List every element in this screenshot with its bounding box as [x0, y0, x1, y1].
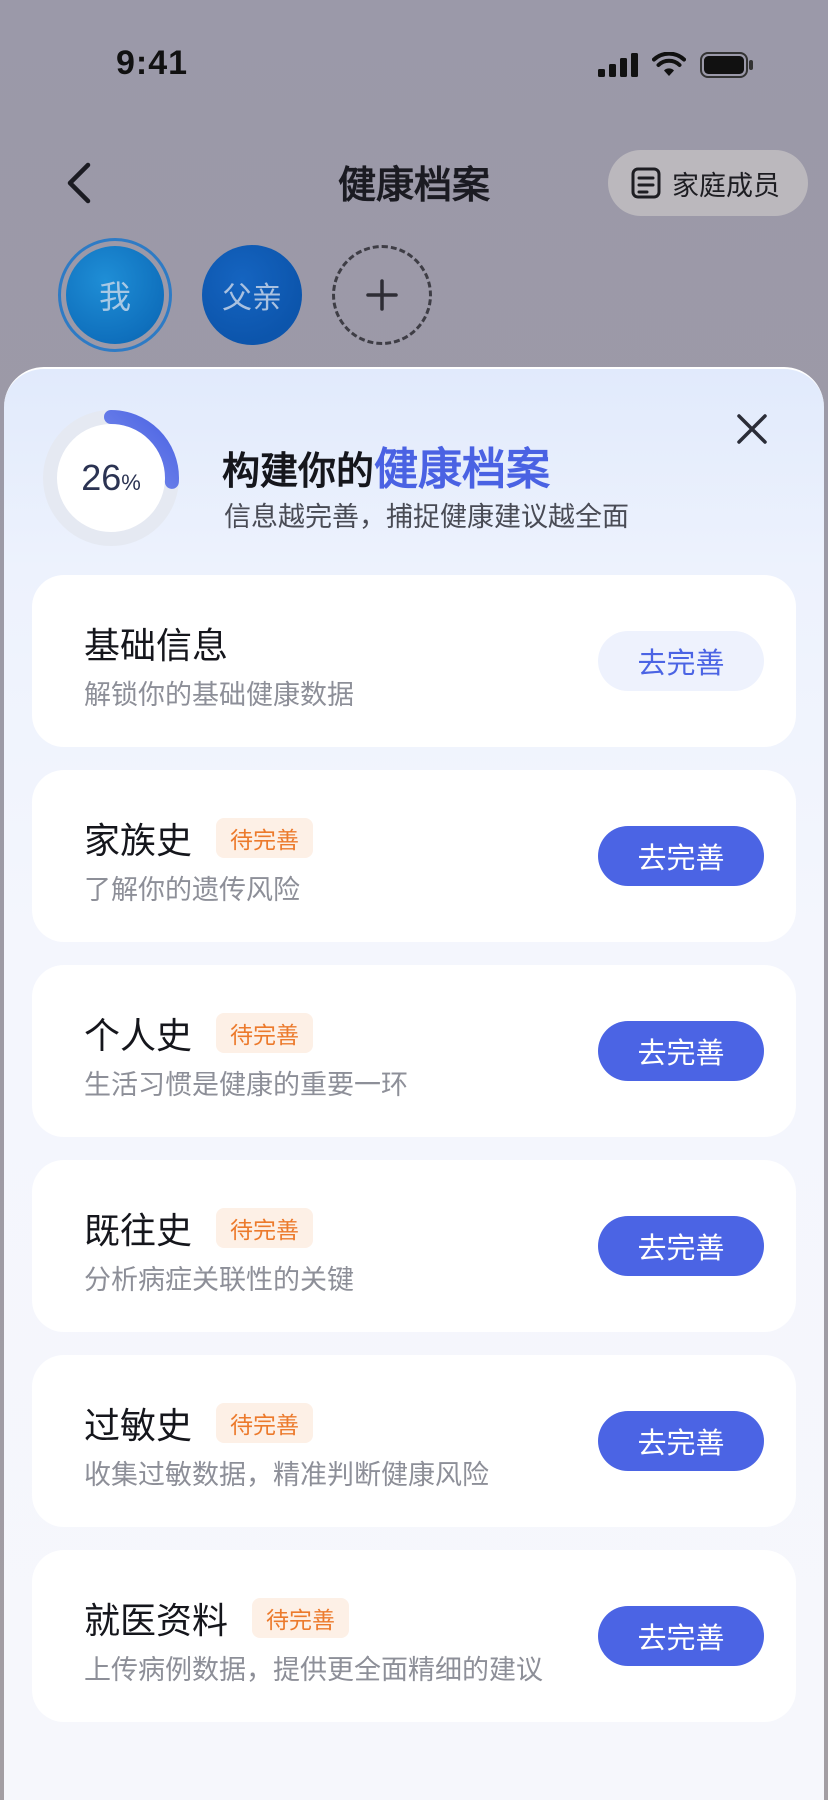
wifi-icon	[652, 52, 686, 76]
complete-button[interactable]: 去完善	[598, 1411, 764, 1471]
card-title-row: 就医资料 待完善	[84, 1592, 350, 1644]
card-title: 过敏史	[84, 1406, 193, 1447]
record-card-3: 既往史 待完善 分析病症关联性的关键 去完善	[32, 1160, 796, 1332]
card-title: 个人史	[84, 1016, 193, 1057]
record-card-0: 基础信息 解锁你的基础健康数据 去完善	[32, 575, 796, 747]
sheet-title-prefix: 构建你的	[222, 449, 375, 493]
family-members-button[interactable]: 家庭成员	[608, 150, 808, 216]
complete-button[interactable]: 去完善	[598, 1216, 764, 1276]
card-title-row: 基础信息	[84, 617, 228, 669]
complete-button[interactable]: 去完善	[598, 1606, 764, 1666]
card-title: 既往史	[84, 1211, 193, 1252]
complete-button[interactable]: 去完善	[598, 1021, 764, 1081]
sheet-title-highlight: 健康档案	[374, 444, 551, 495]
close-icon	[737, 414, 767, 444]
pending-badge: 待完善	[216, 1403, 314, 1443]
status-icons	[598, 52, 754, 78]
record-card-2: 个人史 待完善 生活习惯是健康的重要一环 去完善	[32, 965, 796, 1137]
screen: 9:41 健康档案 家庭成员 我 父亲 26 % 构建你的 健康档案 信息越完善…	[0, 0, 828, 1800]
pending-badge: 待完善	[216, 818, 314, 858]
progress-value: 26 %	[40, 407, 182, 549]
card-title: 基础信息	[84, 626, 229, 667]
card-title-row: 个人史 待完善	[84, 1007, 314, 1059]
card-description: 分析病症关联性的关键	[84, 1265, 354, 1296]
status-bar: 9:41	[0, 0, 828, 130]
clipboard-icon	[631, 167, 661, 199]
card-title-row: 过敏史 待完善	[84, 1397, 314, 1449]
header: 健康档案 家庭成员	[0, 140, 828, 224]
pending-badge: 待完善	[252, 1598, 350, 1638]
status-time: 9:41	[116, 44, 189, 82]
sheet-subtitle: 信息越完善，捕捉健康建议越全面	[224, 502, 629, 533]
record-card-5: 就医资料 待完善 上传病例数据，提供更全面精细的建议 去完善	[32, 1550, 796, 1722]
health-record-sheet: 26 % 构建你的 健康档案 信息越完善，捕捉健康建议越全面 基础信息 解锁你的…	[4, 367, 824, 1800]
card-description: 解锁你的基础健康数据	[84, 680, 354, 711]
card-title: 家族史	[84, 821, 193, 862]
card-title-row: 既往史 待完善	[84, 1202, 314, 1254]
record-card-list: 基础信息 解锁你的基础健康数据 去完善 家族史 待完善 了解你的遗传风险 去完善…	[32, 575, 796, 1745]
card-description: 生活习惯是健康的重要一环	[84, 1070, 408, 1101]
record-card-1: 家族史 待完善 了解你的遗传风险 去完善	[32, 770, 796, 942]
family-members-label: 家庭成员	[672, 170, 780, 202]
battery-icon	[700, 52, 753, 78]
pending-badge: 待完善	[216, 1208, 314, 1248]
record-card-4: 过敏史 待完善 收集过敏数据，精准判断健康风险 去完善	[32, 1355, 796, 1527]
signal-icon	[598, 53, 638, 77]
add-member-button[interactable]	[332, 245, 432, 345]
progress-number: 26	[81, 457, 122, 498]
card-title: 就医资料	[84, 1601, 229, 1642]
close-button[interactable]	[730, 407, 774, 451]
member-avatar-me[interactable]: 我	[58, 238, 172, 352]
add-icon	[366, 279, 398, 311]
member-switcher: 我 父亲	[58, 238, 432, 352]
card-title-row: 家族史 待完善	[84, 812, 314, 864]
sheet-title: 构建你的 健康档案	[222, 433, 550, 497]
card-description: 收集过敏数据，精准判断健康风险	[84, 1460, 489, 1491]
progress-unit: %	[121, 470, 141, 495]
card-description: 上传病例数据，提供更全面精细的建议	[84, 1655, 543, 1686]
complete-button[interactable]: 去完善	[598, 826, 764, 886]
card-description: 了解你的遗传风险	[84, 875, 300, 906]
member-avatar-father[interactable]: 父亲	[202, 245, 302, 345]
member-label-me: 我	[66, 246, 164, 344]
complete-button[interactable]: 去完善	[598, 631, 764, 691]
pending-badge: 待完善	[216, 1013, 314, 1053]
